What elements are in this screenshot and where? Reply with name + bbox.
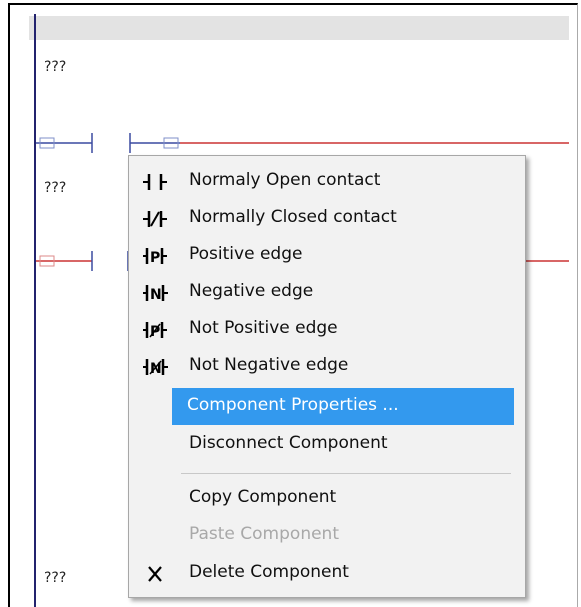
- menu-separator: [181, 473, 511, 474]
- menu-item-label: Copy Component: [189, 487, 337, 507]
- normally-open-contact-icon: [143, 174, 167, 190]
- svg-text:P: P: [150, 250, 160, 266]
- not-positive-edge-icon: P: [143, 322, 167, 340]
- menu-item-label: Component Properties ...: [187, 395, 399, 415]
- normally-closed-contact-icon: [143, 211, 167, 227]
- menu-item-label: Delete Component: [189, 562, 349, 582]
- svg-text:N: N: [150, 361, 162, 377]
- menu-item-copy-component[interactable]: Copy Component: [131, 480, 523, 517]
- menu-item-label: Not Negative edge: [189, 355, 349, 375]
- menu-item-delete-component[interactable]: Delete Component: [131, 555, 523, 592]
- menu-item-component-properties[interactable]: Component Properties ...: [172, 388, 514, 425]
- menu-item-label: Normally Closed contact: [189, 207, 397, 227]
- rung-1-wires: [36, 133, 569, 153]
- menu-item-label: Positive edge: [189, 244, 303, 264]
- menu-item-label: Negative edge: [189, 281, 314, 301]
- menu-item-normally-closed-contact[interactable]: Normally Closed contact: [131, 200, 523, 237]
- menu-item-positive-edge[interactable]: P Positive edge: [131, 237, 523, 274]
- svg-text:N: N: [150, 287, 162, 303]
- menu-item-negative-edge[interactable]: N Negative edge: [131, 274, 523, 311]
- not-negative-edge-icon: N: [143, 359, 168, 377]
- menu-item-normally-open-contact[interactable]: Normaly Open contact: [131, 163, 523, 200]
- menu-item-disconnect-component[interactable]: Disconnect Component: [131, 426, 523, 463]
- negative-edge-icon: N: [143, 285, 168, 303]
- menu-item-label: Normaly Open contact: [189, 170, 381, 190]
- menu-item-label: Disconnect Component: [189, 433, 388, 453]
- menu-item-not-positive-edge[interactable]: P Not Positive edge: [131, 311, 523, 348]
- menu-item-label: Not Positive edge: [189, 318, 338, 338]
- context-menu: Normaly Open contact Normally Closed con…: [128, 155, 526, 598]
- delete-x-icon: [148, 566, 162, 582]
- menu-item-paste-component: Paste Component: [131, 517, 523, 554]
- menu-item-label: Paste Component: [189, 524, 339, 544]
- positive-edge-icon: P: [143, 248, 167, 266]
- menu-item-not-negative-edge[interactable]: N Not Negative edge: [131, 348, 523, 385]
